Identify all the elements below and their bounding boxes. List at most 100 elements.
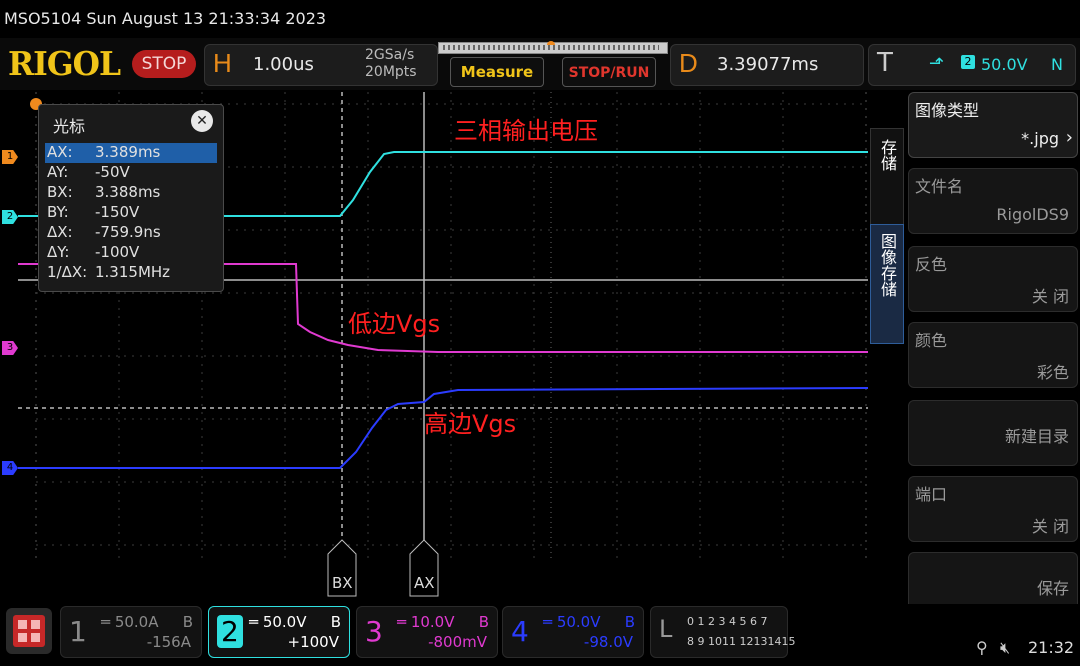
menu-item-title: 图像类型	[915, 101, 980, 120]
cursor-row[interactable]: ΔX: -759.9ns	[45, 223, 217, 243]
menu-item-value: RigolDS9	[996, 205, 1069, 224]
menu-button[interactable]	[6, 608, 52, 654]
channel-scale: ═ 50.0A	[101, 613, 159, 631]
digital-row1: 0 1 2 3 4 5 6 7	[687, 615, 768, 628]
measure-button[interactable]: Measure	[450, 57, 544, 87]
delay-panel[interactable]: D 3.39077ms	[670, 44, 864, 86]
close-icon[interactable]: ✕	[191, 110, 213, 132]
trigger-panel[interactable]: T ⬏ 2 50.0V N	[868, 44, 1076, 86]
cursor-panel[interactable]: 光标 ✕ AX: 3.389ms AY: -50V BX: 3.388ms BY: -150V…	[38, 104, 224, 292]
cursor-row-key: AX:	[47, 143, 73, 161]
channel-number: 2	[217, 615, 243, 648]
overview-waveform	[443, 45, 659, 50]
tab-image-store[interactable]: 图像存储	[870, 224, 904, 344]
channel-scale: ═ 50.0V	[543, 613, 601, 631]
channel-box-1[interactable]: 1 ═ 50.0A B -156A	[60, 606, 202, 658]
menu-item[interactable]: 反色关 闭	[908, 246, 1078, 312]
cursor-row-key: ΔY:	[47, 243, 70, 261]
run-state-button[interactable]: STOP	[132, 50, 196, 78]
cursor-row-key: BY:	[47, 203, 69, 221]
channel-offset: -98.0V	[583, 633, 633, 651]
cursor-row-value: -150V	[95, 203, 140, 221]
channel-bandwidth: B	[182, 613, 193, 631]
app-grid-icon	[13, 615, 45, 647]
menu-item[interactable]: 端口关 闭	[908, 476, 1078, 542]
cursor-panel-title: 光标	[53, 117, 86, 136]
cursor-row[interactable]: 1/ΔX: 1.315MHz	[45, 263, 217, 283]
delay-value: 3.39077ms	[717, 54, 819, 75]
cursor-row[interactable]: BX: 3.388ms	[45, 183, 217, 203]
cursor-row-value: 3.389ms	[95, 143, 161, 161]
channel-box-4[interactable]: 4 ═ 50.0V B -98.0V	[502, 606, 644, 658]
channel-number: 3	[365, 615, 383, 648]
ch4-offset-marker[interactable]: 4	[2, 461, 18, 475]
menu-item[interactable]: 新建目录	[908, 400, 1078, 466]
digital-letter: L	[659, 615, 673, 643]
channel-bandwidth: B	[624, 613, 635, 631]
channel-bandwidth: B	[330, 613, 341, 631]
tab-store-label: 存储	[878, 139, 897, 171]
stop-run-button[interactable]: STOP/RUN	[562, 57, 656, 87]
ch1-offset-marker[interactable]: 1	[2, 150, 18, 164]
digital-channel-box[interactable]: L 0 1 2 3 4 5 6 7 8 9 1011 12131415	[650, 606, 795, 658]
channel-offset: -156A	[146, 633, 191, 651]
right-menu: 存储 图像存储 图像类型 *.jpg › 文件名 RigolDS9 反色关 闭颜色 彩色 新建…	[870, 90, 1080, 618]
menu-item-title: 文件名	[915, 177, 964, 196]
menu-item[interactable]: 颜色 彩色	[908, 322, 1078, 388]
trigger-edge-icon: ⬏	[929, 53, 945, 74]
annotation-high-vgs: 高边Vgs	[424, 410, 516, 438]
cursor-row-value: 1.315MHz	[95, 263, 171, 281]
cursor-row-value: -50V	[95, 163, 130, 181]
cursor-row[interactable]: ΔY: -100V	[45, 243, 217, 263]
menu-item[interactable]: 图像类型 *.jpg ›	[908, 92, 1078, 158]
channel-box-2[interactable]: 2 ═ 50.0V B +100V	[208, 606, 350, 658]
delay-letter: D	[679, 48, 698, 78]
cursor-row-key: AY:	[47, 163, 69, 181]
trigger-level: 50.0V	[981, 55, 1028, 74]
channel-scale-value: 50.0V	[262, 613, 307, 631]
trigger-mode: N	[1051, 55, 1063, 74]
cursor-row-key: BX:	[47, 183, 73, 201]
menu-item-value: 关 闭	[1031, 287, 1069, 306]
tab-image-store-label: 图像存储	[878, 233, 897, 297]
horizontal-panel[interactable]: H 1.00us 2GSa/s 20Mpts	[204, 44, 438, 86]
stop-run-label: STOP/RUN	[568, 65, 650, 81]
channel-offset: -800mV	[428, 633, 487, 651]
cursor-row-value: -100V	[95, 243, 140, 261]
menu-item-value: *.jpg	[1021, 129, 1059, 148]
menu-item[interactable]: 文件名 RigolDS9	[908, 168, 1078, 234]
ch2-offset-marker[interactable]: 2	[2, 210, 18, 224]
mute-icon[interactable]: 🔇︎	[1000, 638, 1010, 658]
rigol-logo: RIGOL	[8, 44, 121, 83]
cursor-row-key: ΔX:	[47, 223, 73, 241]
channel-number: 4	[511, 615, 529, 648]
annotation-low-vgs: 低边Vgs	[348, 310, 440, 338]
cursor-ax-label: AX	[414, 574, 435, 592]
measure-label: Measure	[460, 63, 534, 81]
cursor-row-key: 1/ΔX:	[47, 263, 88, 281]
channel-box-3[interactable]: 3 ═ 10.0V B -800mV	[356, 606, 498, 658]
digital-row2: 8 9 1011 12131415	[687, 635, 796, 648]
trigger-source-badge: 2	[961, 55, 975, 69]
cursor-row[interactable]: AX: 3.389ms	[45, 143, 217, 163]
menu-item-title: 反色	[915, 255, 948, 274]
horizontal-letter: H	[213, 48, 232, 78]
sample-rate: 2GSa/s	[365, 47, 415, 63]
menu-item-value: 保存	[1036, 579, 1069, 598]
ch3-offset-marker[interactable]: 3	[2, 341, 18, 355]
menu-item-value: 彩色	[1036, 363, 1069, 382]
title-bar: MSO5104 Sun August 13 21:33:34 2023	[0, 0, 1080, 38]
channel-scale-value: 50.0V	[556, 613, 601, 631]
channel-offset: +100V	[287, 633, 339, 651]
status-time: 21:32	[1028, 638, 1075, 657]
cursor-row[interactable]: BY: -150V	[45, 203, 217, 223]
channel-scale-value: 50.0A	[114, 613, 159, 631]
cursor-row-value: 3.388ms	[95, 183, 161, 201]
memory-overview-bar[interactable]	[438, 41, 668, 54]
cursor-row-value: -759.9ns	[95, 223, 161, 241]
menu-item-value: 关 闭	[1031, 517, 1069, 536]
cursor-row[interactable]: AY: -50V	[45, 163, 217, 183]
usb-icon: ⚲	[976, 638, 988, 657]
memory-depth: 20Mpts	[365, 64, 417, 80]
annotation-three-phase: 三相输出电压	[454, 117, 598, 145]
